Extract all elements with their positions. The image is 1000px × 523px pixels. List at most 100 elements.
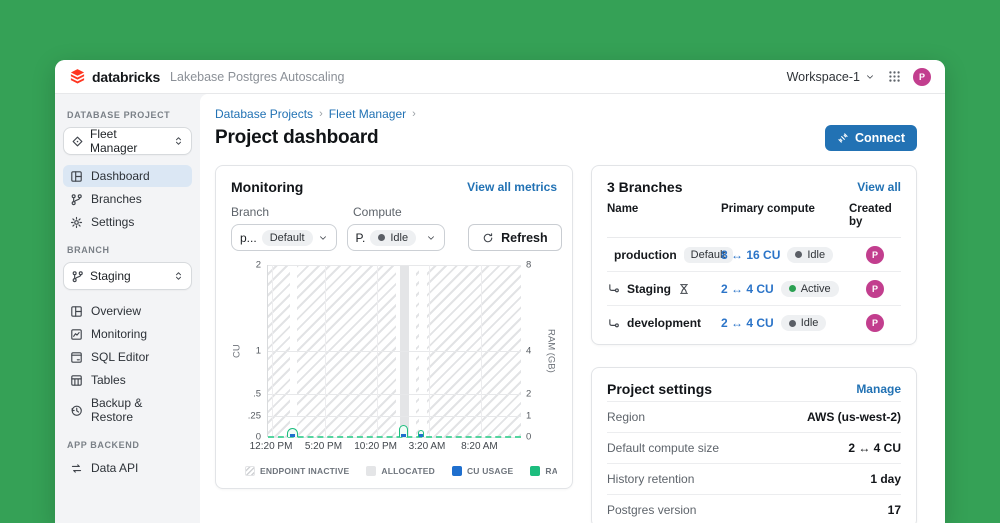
breadcrumb-separator: › [319, 108, 323, 120]
column-primary-compute: Primary compute [721, 203, 815, 215]
sidebar-item-branches[interactable]: Branches [63, 188, 192, 210]
git-branch-icon [71, 193, 82, 205]
branch-row-production[interactable]: production Default 8 ↔ 16 CU Idle P [607, 238, 901, 273]
y-axis-left-label: CU [231, 344, 243, 358]
sidebar-item-label: Monitoring [91, 327, 148, 341]
status-dot [795, 251, 803, 259]
branch-dropdown-label: Branch [231, 205, 270, 219]
setting-label: Region [607, 410, 646, 425]
branches-card: 3 Branches View all Name Primary compute… [591, 165, 917, 346]
setting-row-region: Region AWS (us-west-2) [607, 401, 901, 432]
branch-row-staging[interactable]: Staging 2 ↔ 4 CU Active P [607, 272, 901, 307]
line-chart-icon [71, 328, 82, 340]
status-badge: Idle [780, 315, 827, 332]
sidebar-item-sql-editor[interactable]: SQL Editor [63, 346, 192, 368]
default-badge: Default [261, 229, 313, 246]
setting-row-postgres-version: Postgres version 17 [607, 494, 901, 523]
branch-selector-label: Staging [90, 269, 131, 283]
table-icon [71, 374, 82, 386]
setting-row-default-compute-size: Default compute size 2 ↔ 4 CU [607, 432, 901, 463]
branch-selector[interactable]: Staging [63, 262, 192, 290]
data-api-icon [71, 463, 82, 473]
user-avatar[interactable]: P [913, 67, 931, 86]
branch-name: production [614, 247, 677, 262]
creator-avatar[interactable]: P [866, 245, 884, 264]
sidebar-item-label: Dashboard [91, 169, 150, 183]
page-title: Project dashboard [215, 127, 379, 148]
compute-dropdown-label: Compute [353, 205, 402, 219]
sidebar-item-dashboard[interactable]: Dashboard [63, 165, 192, 187]
chart-legend: ENDPOINT INACTIVE ALLOCATED CU USAGE RAM… [245, 466, 557, 476]
app-grid-button[interactable] [883, 66, 905, 88]
sidebar-item-settings[interactable]: Settings [63, 211, 192, 233]
updown-chevron-icon [175, 272, 182, 280]
status-badge: Active [780, 280, 839, 297]
y-axis-right-label: RAM (GB) [545, 329, 557, 373]
branches-title: 3 Branches [607, 179, 683, 195]
workspace-label: Workspace-1 [786, 69, 860, 84]
compute-dropdown[interactable]: P. Idle [346, 224, 446, 251]
compute-size-link[interactable]: 2 ↔ 4 CU [721, 316, 774, 330]
section-label-app-backend: APP BACKEND [67, 440, 140, 450]
project-selector-label: Fleet Manager [90, 127, 138, 155]
sidebar-item-label: Branches [91, 192, 142, 206]
legend-endpoint-inactive: ENDPOINT INACTIVE [245, 466, 349, 476]
column-created-by: Created by [849, 203, 892, 229]
sidebar-item-overview[interactable]: Overview [63, 300, 192, 322]
creator-avatar[interactable]: P [866, 279, 884, 298]
branch-row-development[interactable]: development 2 ↔ 4 CU Idle P [607, 306, 901, 340]
monitoring-chart: CU 2 1.5.25 0 84210 RAM (GB) [231, 259, 557, 443]
chevron-down-icon [867, 74, 873, 79]
sidebar-item-backup-restore[interactable]: Backup & Restore [63, 392, 192, 428]
view-all-link[interactable]: View all [857, 180, 901, 194]
overview-icon [71, 305, 82, 317]
brand-name: databricks [92, 68, 161, 85]
sidebar-item-data-api[interactable]: Data API [63, 457, 192, 479]
hourglass-icon [680, 284, 688, 294]
legend-allocated: ALLOCATED [366, 466, 435, 476]
main-panel: Database Projects › Fleet Manager › Proj… [200, 94, 945, 523]
sidebar-item-label: Data API [91, 461, 139, 475]
app-window: databricks Lakebase Postgres Autoscaling… [55, 60, 945, 523]
project-selector[interactable]: Fleet Manager [63, 127, 192, 155]
chevron-down-icon [428, 235, 435, 240]
workspace-switcher[interactable]: Workspace-1 [787, 70, 875, 84]
sidebar-item-monitoring[interactable]: Monitoring [63, 323, 192, 345]
creator-avatar[interactable]: P [866, 314, 884, 333]
project-diamond-icon [72, 136, 83, 146]
breadcrumb-link-database-projects[interactable]: Database Projects [215, 107, 313, 121]
status-dot [378, 234, 386, 241]
setting-value: AWS (us-west-2) [806, 410, 901, 425]
manage-link[interactable]: Manage [856, 382, 901, 396]
view-all-metrics-link[interactable]: View all metrics [467, 180, 557, 194]
status-dot [788, 319, 796, 327]
updown-chevron-icon [175, 137, 182, 145]
ram-swatch-icon [530, 466, 541, 476]
compute-size-link[interactable]: 8 ↔ 16 CU [721, 248, 780, 262]
sidebar-item-label: Overview [91, 304, 142, 318]
monitoring-title: Monitoring [231, 179, 304, 195]
refresh-button-label: Refresh [501, 230, 548, 245]
connect-button[interactable]: Connect [825, 125, 917, 151]
git-branch-icon [72, 270, 83, 282]
branch-dropdown[interactable]: p... Default [231, 224, 337, 251]
refresh-icon [483, 232, 493, 242]
breadcrumb-link-fleet-manager[interactable]: Fleet Manager [329, 107, 406, 121]
compute-size-link[interactable]: 2 ↔ 4 CU [721, 282, 774, 296]
gear-icon [70, 216, 83, 228]
breadcrumb-separator: › [412, 108, 416, 120]
chevron-down-icon [319, 235, 326, 240]
status-badge: Idle [787, 246, 834, 263]
chart-y-left: 2 1.5.25 0 [247, 259, 261, 443]
app-title: Lakebase Postgres Autoscaling [170, 69, 345, 84]
breadcrumb: Database Projects › Fleet Manager › [215, 107, 917, 121]
sidebar-item-tables[interactable]: Tables [63, 369, 192, 391]
plug-icon [838, 133, 848, 143]
setting-value: 1 day [870, 472, 901, 487]
branches-table-header: Name Primary compute Created by [607, 203, 901, 239]
refresh-button[interactable]: Refresh [468, 224, 562, 251]
branch-dropdown-value: p... [240, 230, 257, 245]
branch-name: Staging [627, 281, 671, 296]
top-bar: databricks Lakebase Postgres Autoscaling… [55, 60, 945, 94]
allocated-swatch-icon [366, 466, 377, 476]
